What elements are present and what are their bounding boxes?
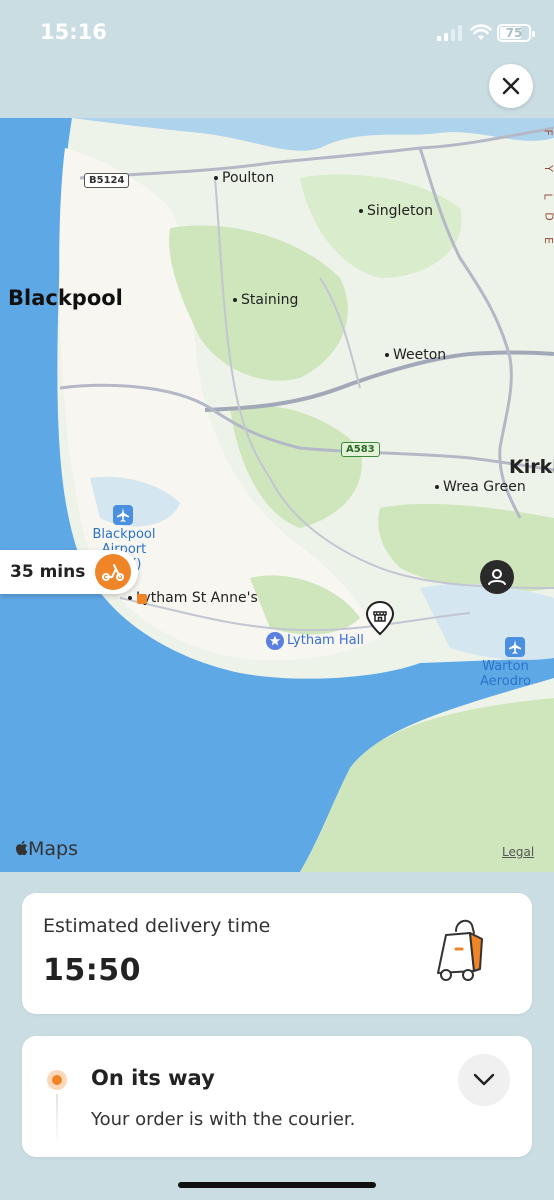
map-view[interactable]: Blackpool Poulton Singleton Staining Wee…: [0, 118, 554, 872]
wifi-icon: [470, 24, 492, 40]
chevron-down-icon: [473, 1073, 495, 1086]
warton-aerodrome-label: Warton Aerodro: [480, 659, 531, 689]
place-weeton: Weeton: [385, 347, 446, 363]
poi-lytham-hall: Lytham Hall: [287, 633, 364, 648]
shopping-trolley-icon: [437, 919, 483, 981]
map-city-label: Blackpool: [8, 286, 123, 310]
map-edge-letter: F: [541, 129, 554, 136]
warton-airport-icon: [505, 637, 525, 657]
place-kirkham: Kirkh: [509, 456, 554, 478]
order-status-subtitle: Your order is with the courier.: [91, 1109, 356, 1130]
battery-nub: [532, 31, 535, 37]
road-shield-b5124: B5124: [84, 173, 130, 188]
place-poulton: Poulton: [214, 170, 274, 186]
order-status-title: On its way: [91, 1066, 215, 1090]
user-location-marker[interactable]: [480, 560, 514, 594]
battery-indicator: 75: [497, 24, 535, 42]
delivery-time-card: Estimated delivery time 15:50: [22, 893, 532, 1014]
place-lytham: Lytham St Anne's: [128, 590, 258, 606]
place-staining: Staining: [233, 292, 298, 308]
store-marker-icon[interactable]: [364, 600, 396, 636]
status-progress-dot: [47, 1070, 67, 1090]
delivery-time-label: Estimated delivery time: [43, 915, 271, 937]
eta-pill-text: 35 mins: [10, 562, 86, 582]
map-edge-letter: L: [541, 193, 554, 200]
status-bar: 15:16 75: [0, 0, 554, 118]
road-shield-a583: A583: [341, 442, 380, 457]
maps-brand-logo: Maps: [14, 838, 78, 860]
map-edge-letter: E: [541, 237, 554, 244]
maps-brand-text: Maps: [28, 838, 78, 860]
status-progress-line: [56, 1094, 58, 1148]
map-edge-letter: Y: [541, 165, 554, 172]
user-icon: [488, 569, 506, 585]
battery-percent: 75: [505, 26, 523, 40]
map-edge-letter: D: [543, 212, 554, 220]
courier-scooter-marker[interactable]: [95, 554, 131, 590]
apple-icon: [15, 840, 28, 856]
expand-status-button[interactable]: [458, 1054, 510, 1106]
legal-link[interactable]: Legal: [502, 845, 534, 859]
star-icon: [266, 632, 284, 650]
scooter-icon: [102, 564, 124, 581]
status-time: 15:16: [40, 20, 107, 44]
place-singleton: Singleton: [359, 203, 433, 219]
delivery-time-value: 15:50: [43, 953, 141, 988]
blackpool-airport-name: Blackpool: [92, 527, 156, 542]
cellular-signal-icon: [437, 25, 462, 41]
map-base: [0, 118, 554, 872]
place-wrea-green: Wrea Green: [435, 479, 526, 495]
courier-location-marker: [137, 594, 147, 604]
close-icon: [502, 77, 520, 95]
order-status-card[interactable]: On its way Your order is with the courie…: [22, 1036, 532, 1157]
home-indicator[interactable]: [178, 1182, 376, 1188]
airport-icon: [113, 505, 133, 525]
close-button[interactable]: [489, 64, 533, 108]
